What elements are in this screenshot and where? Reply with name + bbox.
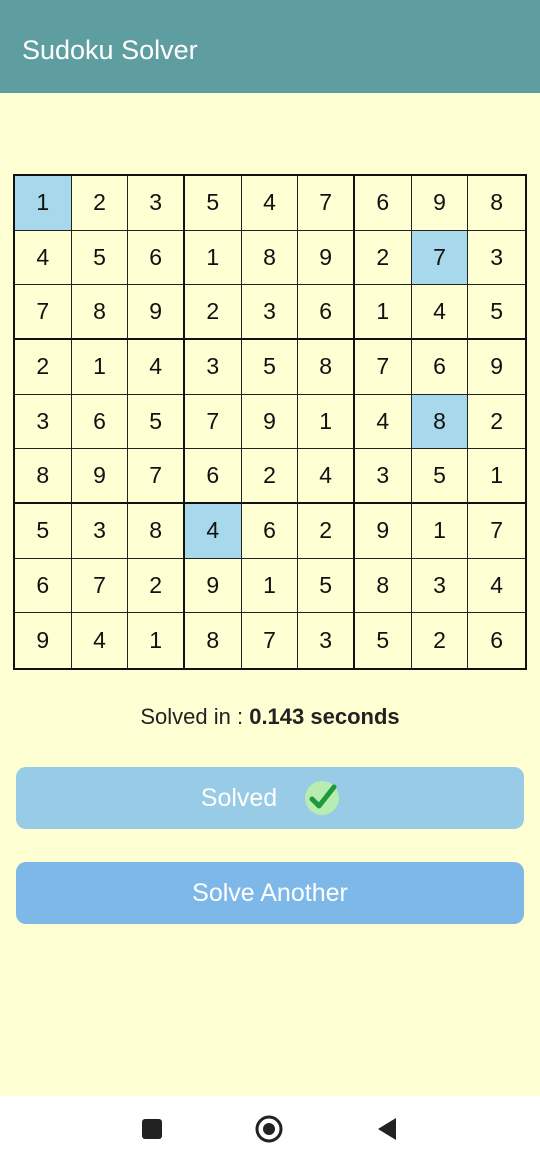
sudoku-cell[interactable]: 4 (72, 613, 129, 668)
sudoku-cell[interactable]: 6 (71, 394, 129, 450)
sudoku-cell[interactable]: 3 (128, 176, 185, 231)
sudoku-cell[interactable]: 2 (468, 395, 525, 450)
sudoku-cell[interactable]: 9 (241, 394, 299, 450)
sudoku-cell[interactable]: 8 (298, 340, 355, 395)
sudoku-cell[interactable]: 4 (411, 285, 469, 340)
sudoku-cell[interactable]: 9 (185, 558, 242, 614)
sudoku-cell[interactable]: 1 (411, 504, 469, 559)
sudoku-cell[interactable]: 5 (241, 340, 299, 395)
sudoku-cell[interactable]: 5 (298, 558, 355, 614)
sudoku-cell[interactable]: 8 (355, 558, 412, 614)
sudoku-cell[interactable]: 1 (241, 558, 299, 614)
sudoku-board: 1235476984561892737892361452143587693657… (13, 174, 527, 670)
sudoku-cell[interactable]: 2 (128, 558, 185, 614)
sudoku-cell[interactable]: 9 (128, 285, 185, 340)
sudoku-cell[interactable]: 6 (185, 449, 242, 504)
sudoku-cell[interactable]: 8 (128, 504, 185, 559)
sudoku-cell[interactable]: 7 (355, 340, 412, 395)
sudoku-cell[interactable]: 3 (15, 394, 72, 450)
sudoku-cell[interactable]: 7 (298, 176, 355, 231)
sudoku-cell[interactable]: 1 (355, 285, 412, 340)
sudoku-cell[interactable]: 9 (71, 449, 129, 504)
sudoku-cell[interactable]: 5 (15, 504, 72, 559)
sudoku-cell[interactable]: 4 (468, 559, 525, 614)
sudoku-cell[interactable]: 3 (468, 231, 525, 286)
app-title: Sudoku Solver (22, 35, 198, 65)
sudoku-cell[interactable]: 7 (71, 558, 129, 614)
sudoku-cell[interactable]: 4 (185, 504, 242, 559)
sudoku-cell[interactable]: 3 (355, 449, 412, 504)
sudoku-cell[interactable]: 6 (15, 558, 72, 614)
sudoku-cell[interactable]: 5 (128, 394, 185, 450)
sudoku-cell[interactable]: 1 (298, 394, 355, 450)
sudoku-cell[interactable]: 9 (298, 230, 355, 286)
solve-time-value: 0.143 seconds (249, 704, 400, 729)
app-bar: Sudoku Solver (0, 0, 540, 93)
sudoku-cell[interactable]: 2 (355, 230, 412, 286)
system-nav-bar (0, 1096, 540, 1161)
sudoku-cell[interactable]: 6 (128, 230, 185, 286)
sudoku-cell[interactable]: 8 (185, 613, 242, 668)
sudoku-cell[interactable]: 2 (412, 613, 469, 668)
sudoku-cell[interactable]: 4 (355, 394, 412, 450)
sudoku-cell[interactable]: 8 (468, 176, 525, 231)
sudoku-cell[interactable]: 8 (15, 449, 72, 504)
sudoku-cell[interactable]: 6 (355, 176, 412, 231)
sudoku-cell[interactable]: 1 (15, 176, 72, 231)
sudoku-cell[interactable]: 7 (411, 230, 469, 286)
sudoku-cell[interactable]: 1 (185, 230, 242, 286)
sudoku-cell[interactable]: 3 (241, 285, 299, 340)
sudoku-cell[interactable]: 8 (71, 285, 129, 340)
sudoku-cell[interactable]: 2 (298, 504, 355, 559)
sudoku-cell[interactable]: 7 (242, 613, 299, 668)
sudoku-cell[interactable]: 8 (241, 230, 299, 286)
solved-button[interactable]: Solved (16, 767, 524, 829)
sudoku-cell[interactable]: 6 (241, 504, 299, 559)
sudoku-cell[interactable]: 8 (411, 394, 469, 450)
sudoku-cell[interactable]: 5 (185, 176, 242, 231)
sudoku-cell[interactable]: 9 (355, 504, 412, 559)
sudoku-cell[interactable]: 3 (411, 558, 469, 614)
sudoku-cell[interactable]: 2 (241, 449, 299, 504)
sudoku-cell[interactable]: 6 (411, 340, 469, 395)
home-circle-icon[interactable] (255, 1115, 283, 1148)
back-triangle-icon[interactable] (376, 1117, 398, 1146)
solve-time-status: Solved in : 0.143 seconds (0, 704, 540, 730)
sudoku-cell[interactable]: 2 (15, 340, 72, 395)
sudoku-cell[interactable]: 1 (468, 449, 525, 504)
sudoku-cell[interactable]: 5 (411, 449, 469, 504)
solve-another-label: Solve Another (192, 878, 348, 907)
sudoku-cell[interactable]: 9 (15, 613, 72, 668)
sudoku-cell[interactable]: 4 (128, 340, 185, 395)
sudoku-cell[interactable]: 1 (71, 340, 129, 395)
solved-label: Solved (200, 783, 278, 812)
solve-time-prefix: Solved in : (140, 704, 250, 729)
sudoku-cell[interactable]: 2 (71, 176, 129, 231)
sudoku-cell[interactable]: 7 (128, 449, 185, 504)
sudoku-cell[interactable]: 4 (298, 449, 355, 504)
sudoku-cell[interactable]: 5 (71, 230, 129, 286)
sudoku-cell[interactable]: 5 (468, 285, 525, 340)
sudoku-cell[interactable]: 7 (185, 394, 242, 450)
square-stop-icon[interactable] (141, 1118, 163, 1145)
sudoku-cell[interactable]: 5 (355, 613, 412, 668)
sudoku-cell[interactable]: 4 (241, 176, 299, 231)
solve-another-button[interactable]: Solve Another (16, 862, 524, 924)
sudoku-cell[interactable]: 9 (468, 340, 525, 395)
sudoku-cell[interactable]: 3 (185, 340, 242, 395)
sudoku-cell[interactable]: 9 (411, 176, 469, 231)
sudoku-cell[interactable]: 1 (128, 613, 185, 668)
sudoku-cell[interactable]: 6 (298, 285, 355, 340)
sudoku-cell[interactable]: 7 (468, 504, 525, 559)
sudoku-cell[interactable]: 2 (185, 285, 242, 340)
sudoku-cell[interactable]: 3 (298, 613, 355, 668)
sudoku-cell[interactable]: 6 (468, 613, 525, 668)
sudoku-cell[interactable]: 4 (15, 230, 72, 286)
check-icon (305, 781, 340, 815)
sudoku-cell[interactable]: 7 (15, 285, 72, 340)
sudoku-cell[interactable]: 3 (71, 504, 129, 559)
